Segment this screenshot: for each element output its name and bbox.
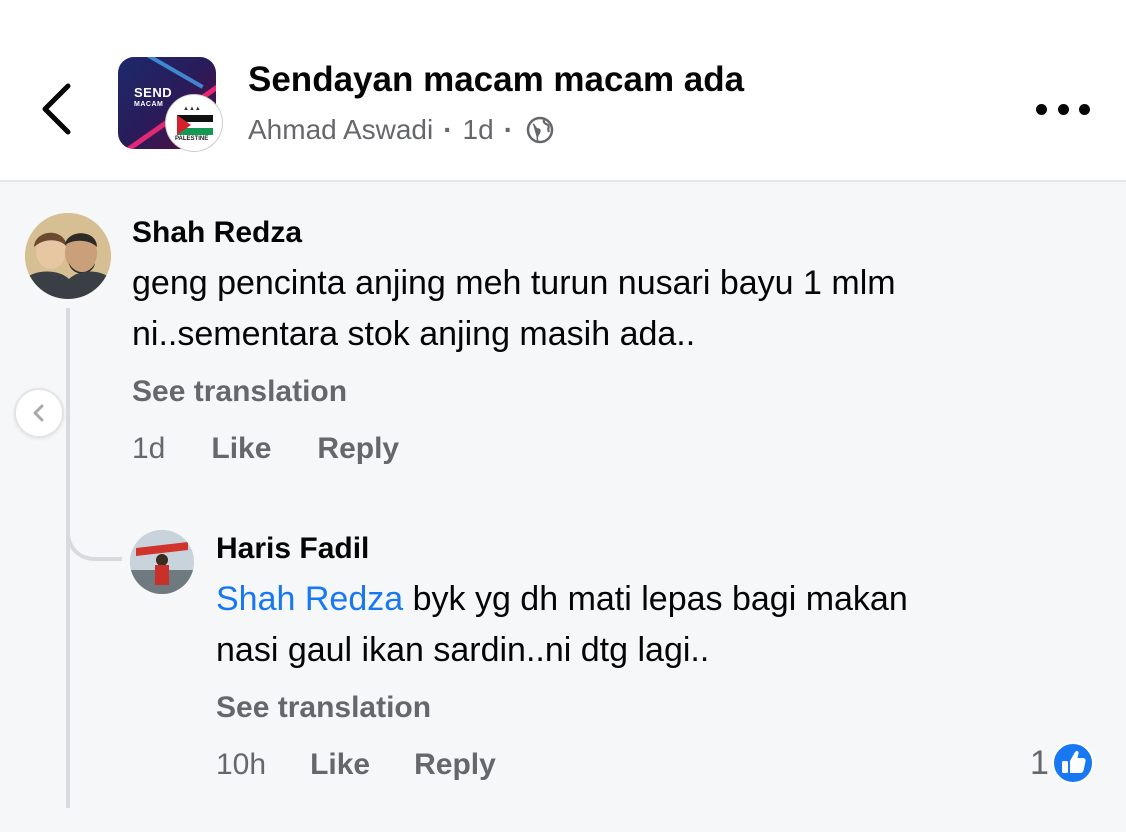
reply-button[interactable]: Reply: [317, 432, 399, 466]
post-time[interactable]: 1d: [463, 114, 494, 146]
chevron-left-icon: [42, 83, 71, 135]
reaction-count: 1: [1030, 743, 1049, 782]
more-horizontal-icon: [1036, 103, 1047, 115]
comment-line: ni..sementara stok anjing masih ada..: [132, 315, 696, 353]
like-button[interactable]: Like: [211, 432, 271, 466]
comment-actions: 1d Like Reply: [132, 432, 399, 466]
comment-author[interactable]: Haris Fadil: [216, 532, 369, 566]
chevron-left-icon: [33, 404, 44, 422]
avatar[interactable]: [25, 213, 111, 299]
comment-text: geng pencinta anjing meh turun nusari ba…: [132, 258, 896, 360]
thread-connector-line: [66, 308, 70, 808]
profile-photo: [25, 213, 111, 299]
comment-author[interactable]: Shah Redza: [132, 216, 302, 250]
comment-actions: 10h Like Reply: [216, 748, 496, 782]
more-options-button[interactable]: [1032, 92, 1094, 126]
post-meta: Ahmad Aswadi · 1d ·: [248, 112, 555, 148]
palestine-flag-icon: [177, 115, 213, 135]
post-author[interactable]: Ahmad Aswadi: [248, 114, 433, 146]
avatar[interactable]: [130, 530, 194, 594]
see-translation-link[interactable]: See translation: [132, 375, 347, 409]
profile-photo: [130, 530, 194, 594]
group-title[interactable]: Sendayan macam macam ada: [248, 60, 744, 100]
comment-thread-screen: SEND MACAM ▲▲▲ PALESTINE Sendayan macam …: [0, 0, 1126, 832]
see-translation-link[interactable]: See translation: [216, 691, 431, 725]
back-button[interactable]: [28, 78, 88, 140]
meta-separator: ·: [503, 114, 514, 145]
carousel-prev-button[interactable]: [14, 388, 64, 438]
like-thumb-icon: [1051, 742, 1094, 784]
comment-line: nasi gaul ikan sardin..ni dtg lagi..: [216, 631, 710, 669]
comment-text: Shah Redza byk yg dh mati lepas bagi mak…: [216, 574, 908, 676]
post-header: SEND MACAM ▲▲▲ PALESTINE Sendayan macam …: [0, 0, 1126, 182]
comment-line: Shah Redza byk yg dh mati lepas bagi mak…: [216, 580, 908, 618]
group-avatar-logo-text: SEND MACAM: [134, 85, 173, 108]
like-button[interactable]: Like: [310, 748, 370, 782]
comment-time[interactable]: 1d: [132, 432, 165, 466]
mention-link[interactable]: Shah Redza: [216, 580, 403, 618]
reply-connector-curve: [66, 505, 122, 561]
meta-separator: ·: [443, 114, 453, 145]
comment-time[interactable]: 10h: [216, 748, 266, 782]
reaction-summary[interactable]: 1: [1030, 738, 1095, 788]
page-avatar[interactable]: ▲▲▲ PALESTINE: [166, 95, 222, 151]
globe-icon: [526, 116, 554, 144]
reply-button[interactable]: Reply: [414, 748, 496, 782]
comment-line: geng pencinta anjing meh turun nusari ba…: [132, 264, 896, 302]
